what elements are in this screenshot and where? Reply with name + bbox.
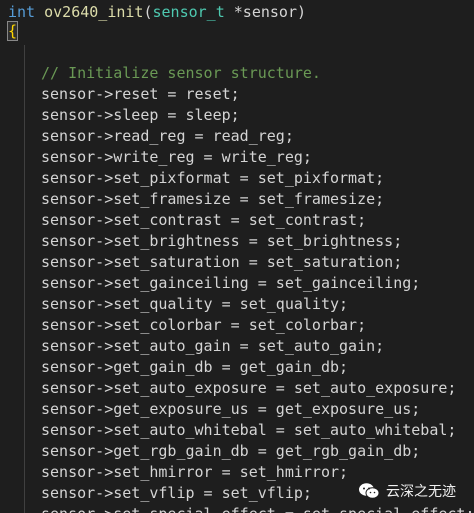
open-brace-line: { [0,21,474,42]
close-paren: ) [297,3,307,21]
code-line: sensor->set_contrast = set_contrast; [41,211,367,229]
wechat-icon [359,483,380,499]
matched-open-brace: { [6,21,19,41]
code-line: sensor->set_gainceiling = set_gainceilin… [41,274,421,292]
code-line: sensor->get_exposure_us = get_exposure_u… [41,400,421,418]
code-line: sensor->set_auto_whitebal = set_auto_whi… [41,421,457,439]
code-line: sensor->set_special_effect = set_special… [0,504,474,513]
param-type: sensor_t [152,3,225,21]
code-line: sensor->get_gain_db = get_gain_db; [41,358,349,376]
watermark: 云深之无迹 [354,479,462,503]
code-line: sensor->set_quality = set_quality; [41,295,349,313]
watermark-text: 云深之无迹 [386,484,456,500]
code-editor[interactable]: int ov2640_init(sensor_t *sensor) { // I… [0,0,474,513]
code-line: sensor->get_rgb_gain_db = get_rgb_gain_d… [41,442,421,460]
code-line: sensor->set_pixformat = set_pixformat; [41,169,385,187]
code-comment: // Initialize sensor structure. [41,64,321,82]
comment-line: // Initialize sensor structure. [0,63,474,84]
function-name: ov2640_init [44,3,144,21]
return-type: int [8,3,36,21]
code-line: sensor->sleep = sleep; [41,106,240,124]
open-paren: ( [143,3,153,21]
code-line: sensor->read_reg = read_reg; [41,127,294,145]
code-line: sensor->set_auto_exposure = set_auto_exp… [41,379,457,397]
code-line: sensor->set_saturation = set_saturation; [41,253,403,271]
code-line: sensor->set_colorbar = set_colorbar; [41,316,367,334]
assignment-lines: sensor->reset = reset; sensor->sleep = sl… [0,84,474,513]
code-area[interactable]: int ov2640_init(sensor_t *sensor) { // I… [0,0,474,513]
code-line: sensor->set_auto_gain = set_auto_gain; [41,337,385,355]
code-line: sensor->reset = reset; [41,85,240,103]
param-name: *sensor [224,3,297,21]
function-signature-line: int ov2640_init(sensor_t *sensor) [0,2,474,23]
code-line: sensor->write_reg = write_reg; [41,148,312,166]
code-line: sensor->set_framesize = set_framesize; [41,190,385,208]
code-line: sensor->set_brightness = set_brightness; [41,232,403,250]
